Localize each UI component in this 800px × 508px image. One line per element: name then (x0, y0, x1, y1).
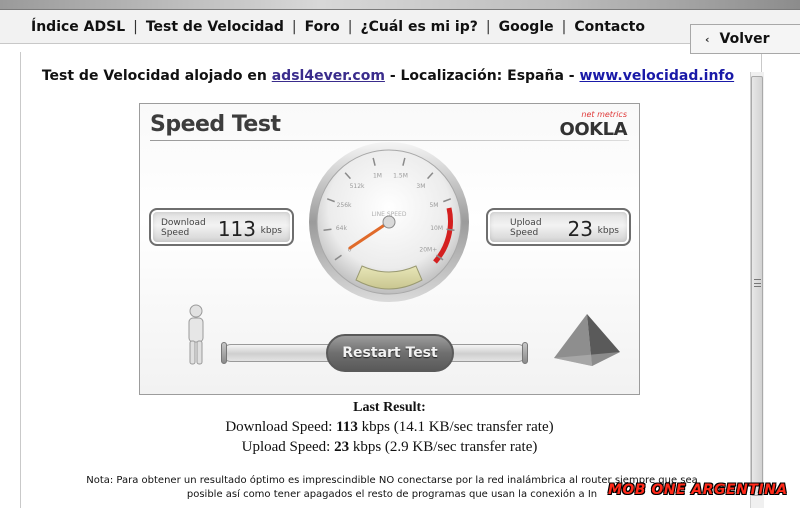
download-result-suffix: kbps (14.1 KB/sec transfer rate) (361, 419, 554, 435)
download-speed-label: Download Speed (161, 218, 206, 238)
gauge-tick (323, 228, 332, 232)
watermark-text: MOB ONE ARGENTINA (608, 482, 788, 498)
site-link[interactable]: www.velocidad.info (579, 68, 734, 84)
gauge-label-10m: 10M (430, 225, 443, 232)
chevron-left-icon: ‹ (705, 32, 710, 46)
gauge-hub (382, 215, 396, 229)
upload-result-suffix: kbps (2.9 KB/sec transfer rate) (352, 439, 538, 455)
download-speed-readout: Download Speed 113 kbps (149, 208, 294, 246)
ookla-logo: net metrics OOKLA (557, 110, 628, 140)
ookla-tagline: net metrics (581, 110, 627, 119)
gauge-label-1-5m: 1.5M (393, 172, 408, 179)
download-label-line1: Download (161, 218, 206, 228)
upload-result-value: 23 (334, 439, 350, 455)
user-icon (188, 304, 204, 365)
restart-test-button[interactable]: Restart Test (326, 334, 454, 372)
watermark-logo: MOB ONE ARGENTINA (600, 472, 800, 508)
location-text: - Localización: España - (389, 68, 575, 84)
last-result-panel: Last Result: Download Speed: 113 kbps (1… (139, 399, 640, 457)
speed-gauge: 0 64k 256k 512k 1M 1.5M 3M 5M 10M 20M+ L… (309, 142, 469, 302)
upload-speed-readout: Upload Speed 23 kbps (486, 208, 631, 246)
upload-result-line: Upload Speed: 23 kbps (2.9 KB/sec transf… (139, 437, 640, 457)
download-speed-value: 113 (217, 217, 256, 241)
nav-cual-es-mi-ip[interactable]: ¿Cuál es mi ip? (360, 19, 477, 35)
nav-google[interactable]: Google (499, 19, 554, 35)
back-button[interactable]: ‹ Volver (690, 24, 800, 54)
top-banner-strip (0, 0, 800, 10)
upload-speed-unit: kbps (597, 226, 619, 236)
download-result-prefix: Download Speed: (225, 419, 333, 435)
download-label-line2: Speed (161, 228, 190, 238)
upload-label-line2: Speed (510, 228, 539, 238)
back-button-label: Volver (719, 31, 770, 47)
gauge-label-64k: 64k (336, 225, 348, 232)
gauge-label-512k: 512k (350, 183, 365, 190)
gauge-label-1m: 1M (373, 172, 382, 179)
nav-separator: | (485, 18, 491, 35)
nav-indice-adsl[interactable]: Índice ADSL (31, 19, 125, 35)
download-result-line: Download Speed: 113 kbps (14.1 KB/sec tr… (139, 417, 640, 437)
nav-separator: | (561, 18, 567, 35)
gauge-tick (446, 228, 455, 232)
top-navigation: Índice ADSL | Test de Velocidad | Foro |… (0, 10, 800, 44)
gauge-label-3m: 3M (416, 183, 425, 190)
download-speed-unit: kbps (260, 226, 282, 236)
nav-separator: | (291, 18, 297, 35)
upload-speed-value: 23 (567, 217, 593, 241)
download-result-value: 113 (336, 419, 358, 435)
nav-test-de-velocidad[interactable]: Test de Velocidad (146, 19, 284, 35)
gauge-label-20m: 20M+ (419, 247, 437, 254)
gauge-label-256k: 256k (337, 202, 352, 209)
widget-title: Speed Test (150, 112, 281, 137)
speedtest-host-info: Test de Velocidad alojado en adsl4ever.c… (38, 68, 738, 84)
host-link[interactable]: adsl4ever.com (272, 68, 385, 84)
nav-separator: | (133, 18, 138, 35)
host-prefix: Test de Velocidad alojado en (41, 68, 267, 84)
ookla-name: OOKLA (559, 119, 628, 140)
upload-result-prefix: Upload Speed: (241, 439, 331, 455)
upload-label-line1: Upload (510, 218, 542, 228)
server-pyramid-icon (554, 314, 620, 366)
nav-separator: | (347, 18, 353, 35)
progress-track-left-cap (221, 342, 227, 364)
gauge-label-5m: 5M (429, 202, 438, 209)
upload-speed-label: Upload Speed (510, 218, 542, 238)
last-result-title: Last Result: (353, 400, 426, 415)
nav-foro[interactable]: Foro (305, 19, 340, 35)
scrollbar-grip-icon (754, 279, 761, 287)
progress-track-right-cap (522, 342, 528, 364)
speedtest-widget: Speed Test net metrics OOKLA 0 64k 256k … (139, 103, 640, 395)
nav-contacto[interactable]: Contacto (574, 19, 645, 35)
